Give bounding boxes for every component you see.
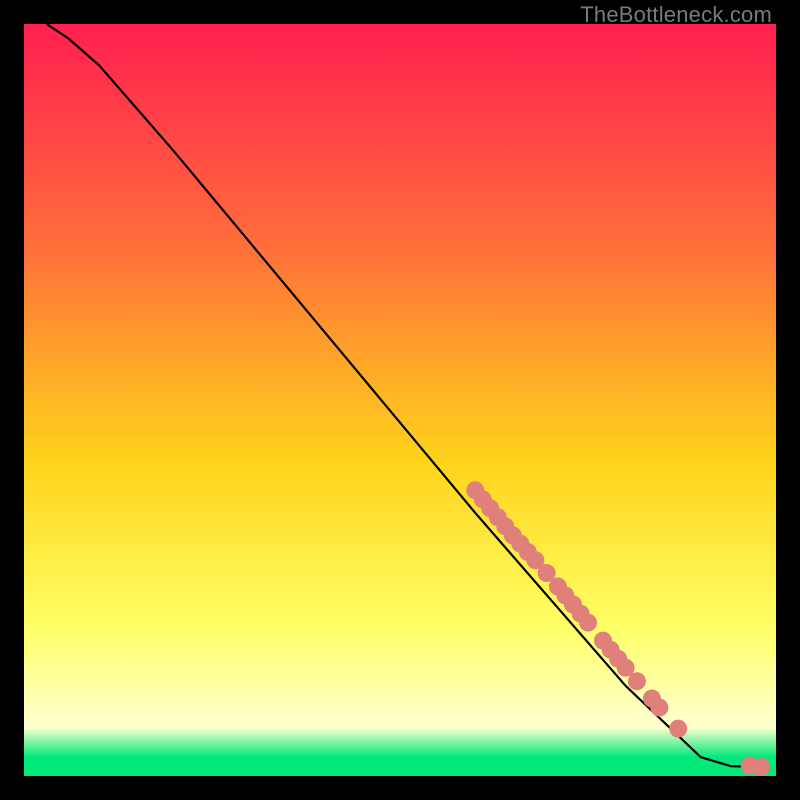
data-point: [628, 672, 646, 690]
data-point: [579, 614, 597, 632]
chart-overlay: [24, 24, 776, 776]
data-point: [669, 720, 687, 738]
data-point-cluster: [466, 481, 770, 776]
data-point: [650, 699, 668, 717]
data-point: [752, 758, 770, 776]
bottleneck-curve: [47, 24, 761, 767]
chart-area: [24, 24, 776, 776]
